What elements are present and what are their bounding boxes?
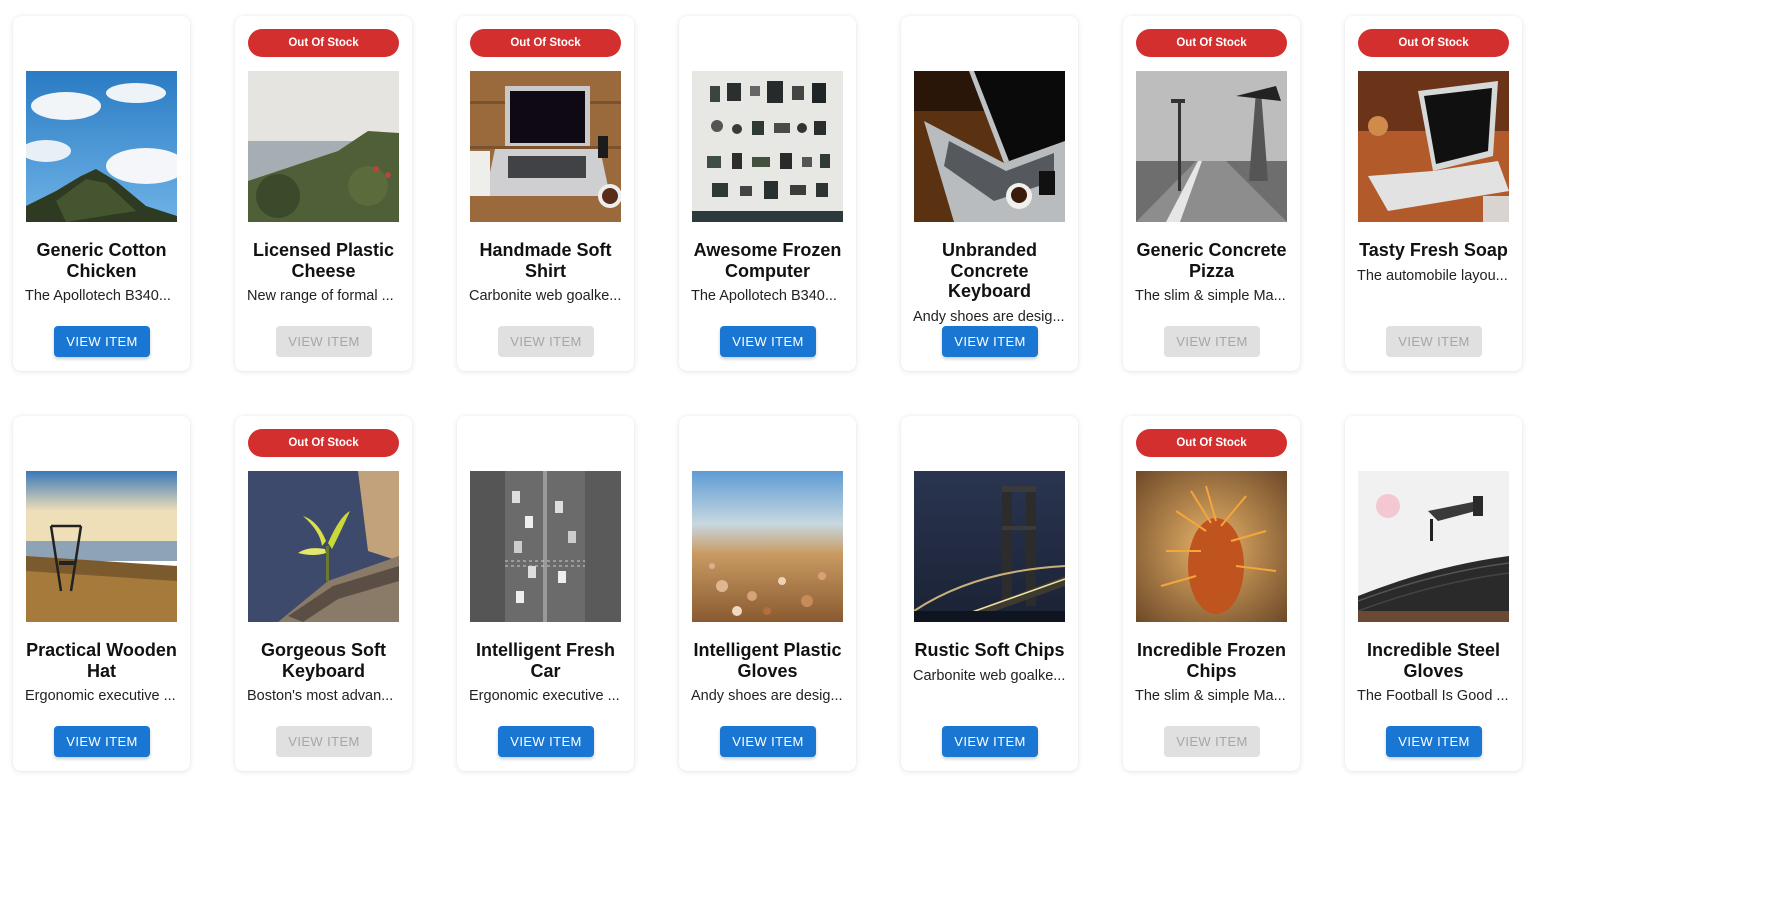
product-image (692, 71, 843, 222)
product-card: Generic Cotton Chicken The Apollotech B3… (13, 16, 190, 371)
product-image (914, 71, 1065, 222)
product-card: Out Of Stock Tasty Fresh Soap The automo… (1345, 16, 1522, 371)
view-item-button[interactable]: VIEW ITEM (276, 326, 372, 357)
product-image (1358, 71, 1509, 222)
product-image (26, 471, 177, 622)
product-image (248, 71, 399, 222)
product-description: Andy shoes are desig... (913, 308, 1065, 325)
product-grid: Generic Cotton Chicken The Apollotech B3… (13, 16, 1522, 771)
product-description: The slim & simple Ma... (1135, 688, 1286, 704)
product-description: The Apollotech B340... (691, 288, 837, 304)
product-card: Awesome Frozen Computer The Apollotech B… (679, 16, 856, 371)
view-item-button[interactable]: VIEW ITEM (1386, 326, 1482, 357)
product-image (248, 471, 399, 622)
view-item-button[interactable]: VIEW ITEM (54, 726, 150, 757)
product-name: Generic Cotton Chicken (36, 240, 167, 281)
product-card: Intelligent Plastic Gloves Andy shoes ar… (679, 416, 856, 771)
product-card: Out Of Stock Incredible Frozen Chips The… (1123, 416, 1300, 771)
product-card: Rustic Soft Chips Carbonite web goalke..… (901, 416, 1078, 771)
product-card: Practical Wooden Hat Ergonomic executive… (13, 416, 190, 771)
view-item-button[interactable]: VIEW ITEM (720, 726, 816, 757)
product-card: Unbranded Concrete Keyboard Andy shoes a… (901, 16, 1078, 371)
product-description: New range of formal ... (247, 288, 394, 304)
product-name: Intelligent Fresh Car (475, 640, 616, 681)
product-card: Out Of Stock Handmade Soft Shirt Carboni… (457, 16, 634, 371)
product-name: Gorgeous Soft Keyboard (261, 640, 386, 681)
view-item-button[interactable]: VIEW ITEM (276, 726, 372, 757)
out-of-stock-badge: Out Of Stock (1358, 29, 1509, 57)
view-item-button[interactable]: VIEW ITEM (1164, 326, 1260, 357)
view-item-button[interactable]: VIEW ITEM (498, 326, 594, 357)
product-description: Ergonomic executive ... (25, 688, 176, 704)
product-name: Tasty Fresh Soap (1359, 240, 1508, 260)
product-description: The slim & simple Ma... (1135, 288, 1286, 304)
out-of-stock-badge: Out Of Stock (1136, 29, 1287, 57)
product-image (470, 471, 621, 622)
product-image (1136, 471, 1287, 622)
product-name: Awesome Frozen Computer (693, 240, 842, 281)
product-name: Unbranded Concrete Keyboard (941, 240, 1037, 301)
view-item-button[interactable]: VIEW ITEM (720, 326, 816, 357)
product-description: Carbonite web goalke... (469, 288, 622, 304)
product-description: Ergonomic executive ... (469, 688, 620, 704)
product-name: Practical Wooden Hat (26, 640, 177, 681)
product-image (914, 471, 1065, 622)
product-card: Out Of Stock Gorgeous Soft Keyboard Bost… (235, 416, 412, 771)
product-name: Handmade Soft Shirt (479, 240, 612, 281)
view-item-button[interactable]: VIEW ITEM (498, 726, 594, 757)
view-item-button[interactable]: VIEW ITEM (1386, 726, 1482, 757)
product-card: Out Of Stock Generic Concrete Pizza The … (1123, 16, 1300, 371)
out-of-stock-badge: Out Of Stock (470, 29, 621, 57)
product-image (1136, 71, 1287, 222)
product-description: The Apollotech B340... (25, 288, 171, 304)
product-description: Boston's most advan... (247, 688, 394, 704)
product-card: Out Of Stock Licensed Plastic Cheese New… (235, 16, 412, 371)
view-item-button[interactable]: VIEW ITEM (54, 326, 150, 357)
product-name: Incredible Steel Gloves (1366, 640, 1501, 681)
product-description: Andy shoes are desig... (691, 688, 843, 704)
product-card: Intelligent Fresh Car Ergonomic executiv… (457, 416, 634, 771)
product-name: Rustic Soft Chips (914, 640, 1065, 660)
product-card: Incredible Steel Gloves The Football Is … (1345, 416, 1522, 771)
product-description: Carbonite web goalke... (913, 667, 1066, 684)
out-of-stock-badge: Out Of Stock (248, 29, 399, 57)
product-name: Incredible Frozen Chips (1136, 640, 1287, 681)
product-name: Licensed Plastic Cheese (252, 240, 395, 281)
product-name: Intelligent Plastic Gloves (693, 640, 842, 681)
product-description: The automobile layou... (1357, 267, 1508, 284)
product-description: The Football Is Good ... (1357, 688, 1509, 704)
view-item-button[interactable]: VIEW ITEM (942, 326, 1038, 357)
out-of-stock-badge: Out Of Stock (248, 429, 399, 457)
product-image (26, 71, 177, 222)
out-of-stock-badge: Out Of Stock (1136, 429, 1287, 457)
product-image (1358, 471, 1509, 622)
product-image (692, 471, 843, 622)
view-item-button[interactable]: VIEW ITEM (942, 726, 1038, 757)
view-item-button[interactable]: VIEW ITEM (1164, 726, 1260, 757)
product-image (470, 71, 621, 222)
product-name: Generic Concrete Pizza (1136, 240, 1287, 281)
